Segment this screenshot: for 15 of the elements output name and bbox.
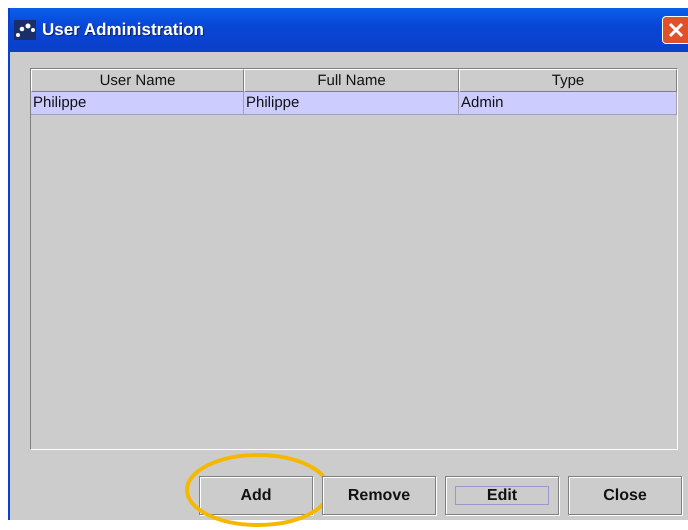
dialog-button[interactable]: Close	[568, 476, 682, 515]
column-header[interactable]: Type	[459, 69, 677, 92]
close-icon	[668, 22, 684, 38]
table-row[interactable]: Philippe Philippe Admin	[31, 92, 677, 115]
close-button[interactable]	[662, 16, 688, 44]
column-header[interactable]: User Name	[31, 69, 244, 92]
dialog-button[interactable]: Edit	[445, 476, 559, 515]
column-header[interactable]: Full Name	[244, 69, 459, 92]
app-icon	[14, 20, 36, 40]
window-title: User Administration	[42, 19, 204, 42]
table-cell: Philippe	[244, 92, 459, 115]
dialog-button[interactable]: Remove	[322, 476, 436, 515]
table-cell: Philippe	[31, 92, 244, 115]
dialog-button[interactable]: Add	[199, 476, 313, 515]
table-cell: Admin	[459, 92, 677, 115]
